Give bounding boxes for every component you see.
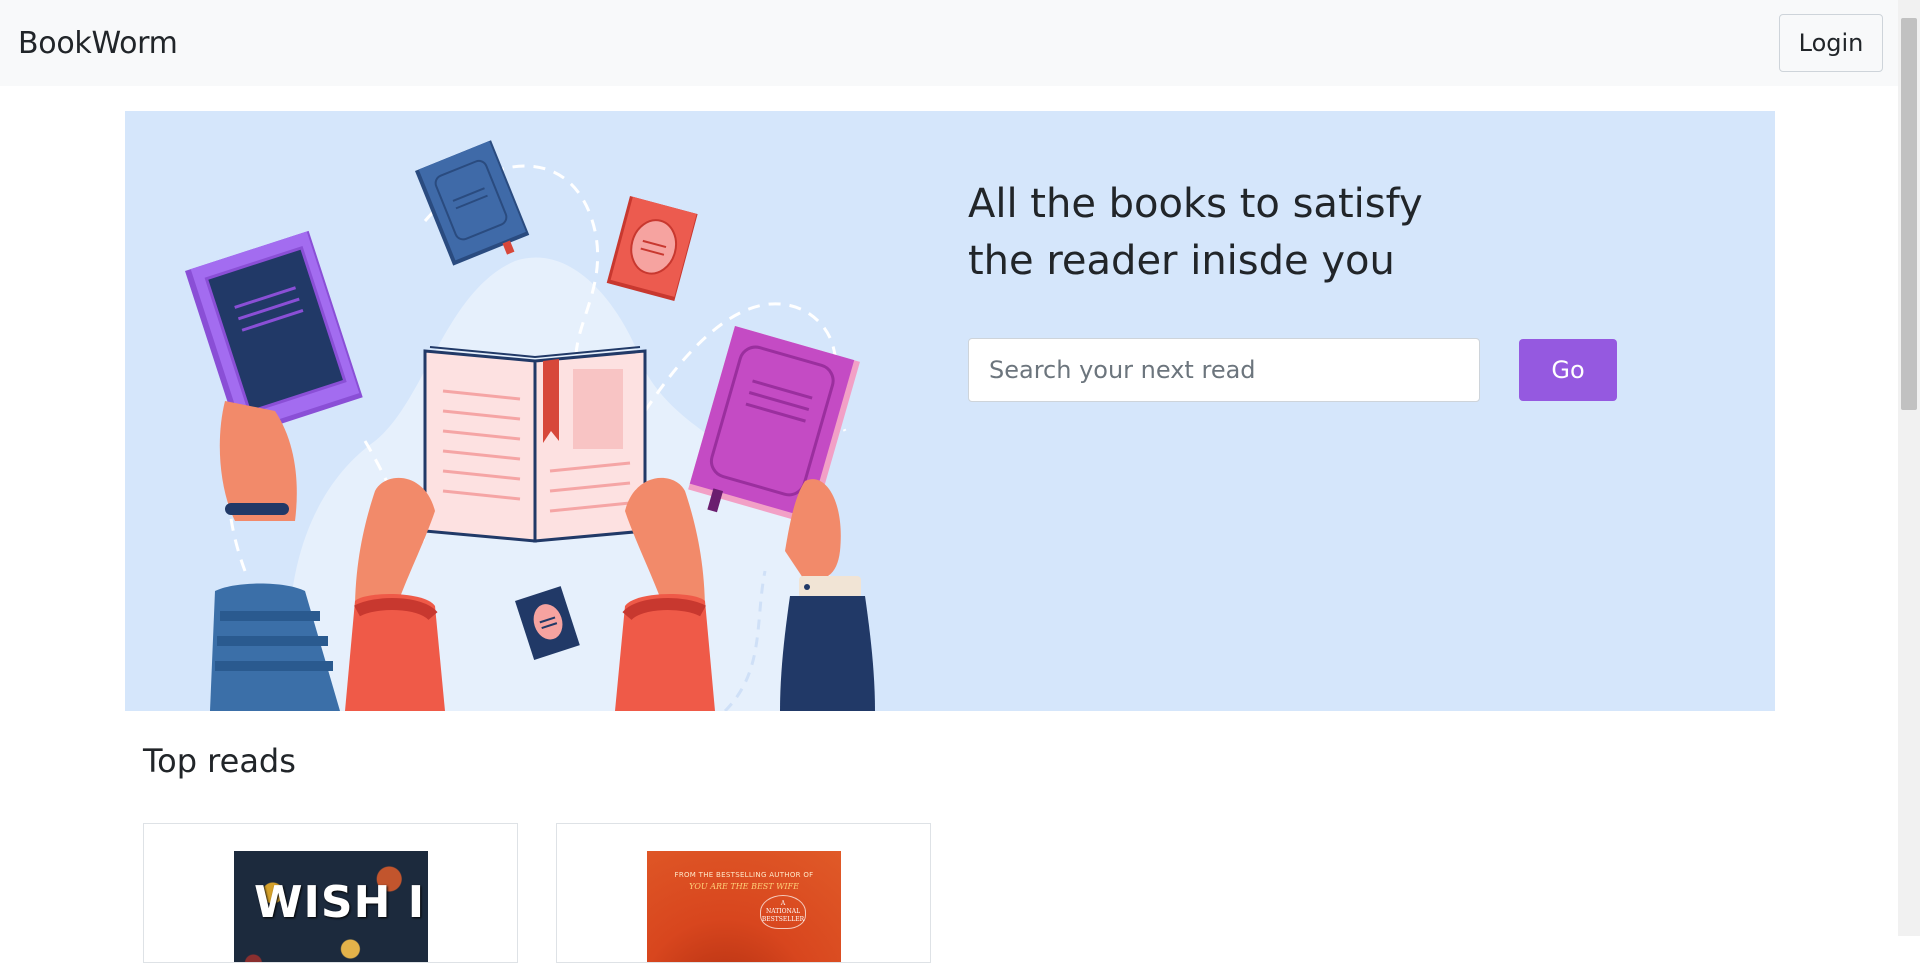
- book-cover-tagline: FROM THE BESTSELLING AUTHOR OF: [674, 871, 814, 879]
- brand-logo[interactable]: BookWorm: [18, 26, 178, 61]
- book-card[interactable]: FROM THE BESTSELLING AUTHOR OF YOU ARE T…: [556, 823, 931, 963]
- hero-title: All the books to satisfy the reader inis…: [968, 176, 1528, 290]
- page-scrollbar[interactable]: [1898, 0, 1920, 936]
- top-reads-heading: Top reads: [143, 742, 296, 780]
- book-card[interactable]: WISH I: [143, 823, 518, 963]
- book-cover[interactable]: FROM THE BESTSELLING AUTHOR OF YOU ARE T…: [647, 851, 841, 962]
- book-cover[interactable]: WISH I: [234, 851, 428, 962]
- hero-title-line2: the reader inisde you: [968, 238, 1395, 284]
- scrollbar-thumb[interactable]: [1901, 18, 1917, 410]
- hero-banner: All the books to satisfy the reader inis…: [125, 111, 1775, 711]
- hero-title-line1: All the books to satisfy: [968, 181, 1423, 227]
- hands-holding-books-illustration: [185, 140, 875, 711]
- bestseller-badge: A NATIONAL BESTSELLER: [761, 900, 805, 923]
- login-button[interactable]: Login: [1779, 14, 1883, 72]
- book-cover-subtitle: YOU ARE THE BEST WIFE: [689, 882, 799, 891]
- book-cover-title: WISH I: [254, 877, 426, 928]
- go-button[interactable]: Go: [1519, 339, 1617, 401]
- navbar: BookWorm Login: [0, 0, 1898, 86]
- search-input[interactable]: [968, 338, 1480, 402]
